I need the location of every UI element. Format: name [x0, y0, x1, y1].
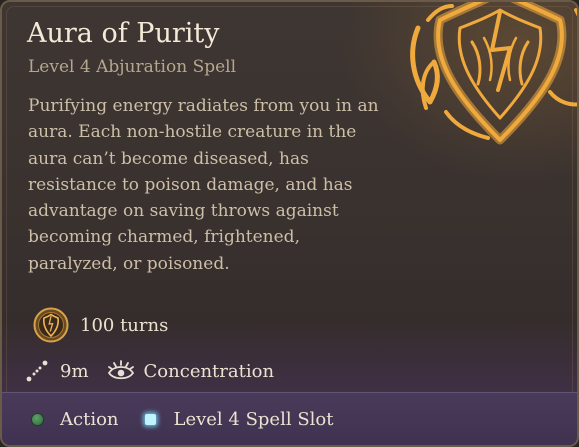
abjuration-shield-emblem-icon	[410, 2, 577, 145]
concentration-label: Concentration	[143, 360, 275, 382]
spell-slot-icon	[144, 413, 156, 425]
duration-row: 100 turns	[33, 307, 168, 343]
spell-title: Aura of Purity	[27, 18, 220, 49]
spell-tooltip: Aura of Purity Level 4 Abjuration Spell …	[0, 0, 579, 447]
duration-value: 100 turns	[80, 314, 169, 336]
spell-slot-cost-label: Level 4 Spell Slot	[173, 408, 334, 430]
cost-row: Action Level 4 Spell Slot	[32, 393, 333, 445]
action-cost-label: Action	[60, 408, 119, 430]
spell-description: Purifying energy radiates from you in an…	[28, 96, 379, 274]
range-value: 9m	[60, 360, 89, 382]
concentration-eye-icon	[107, 360, 134, 380]
cost-bar: Action Level 4 Spell Slot	[2, 392, 577, 445]
spell-level-school: Level 4 Abjuration Spell	[28, 57, 237, 77]
range-icon	[26, 360, 48, 382]
range-concentration-row: 9m Concentration	[26, 359, 274, 383]
turns-medallion-icon	[33, 307, 69, 343]
action-dot-icon	[32, 413, 43, 425]
